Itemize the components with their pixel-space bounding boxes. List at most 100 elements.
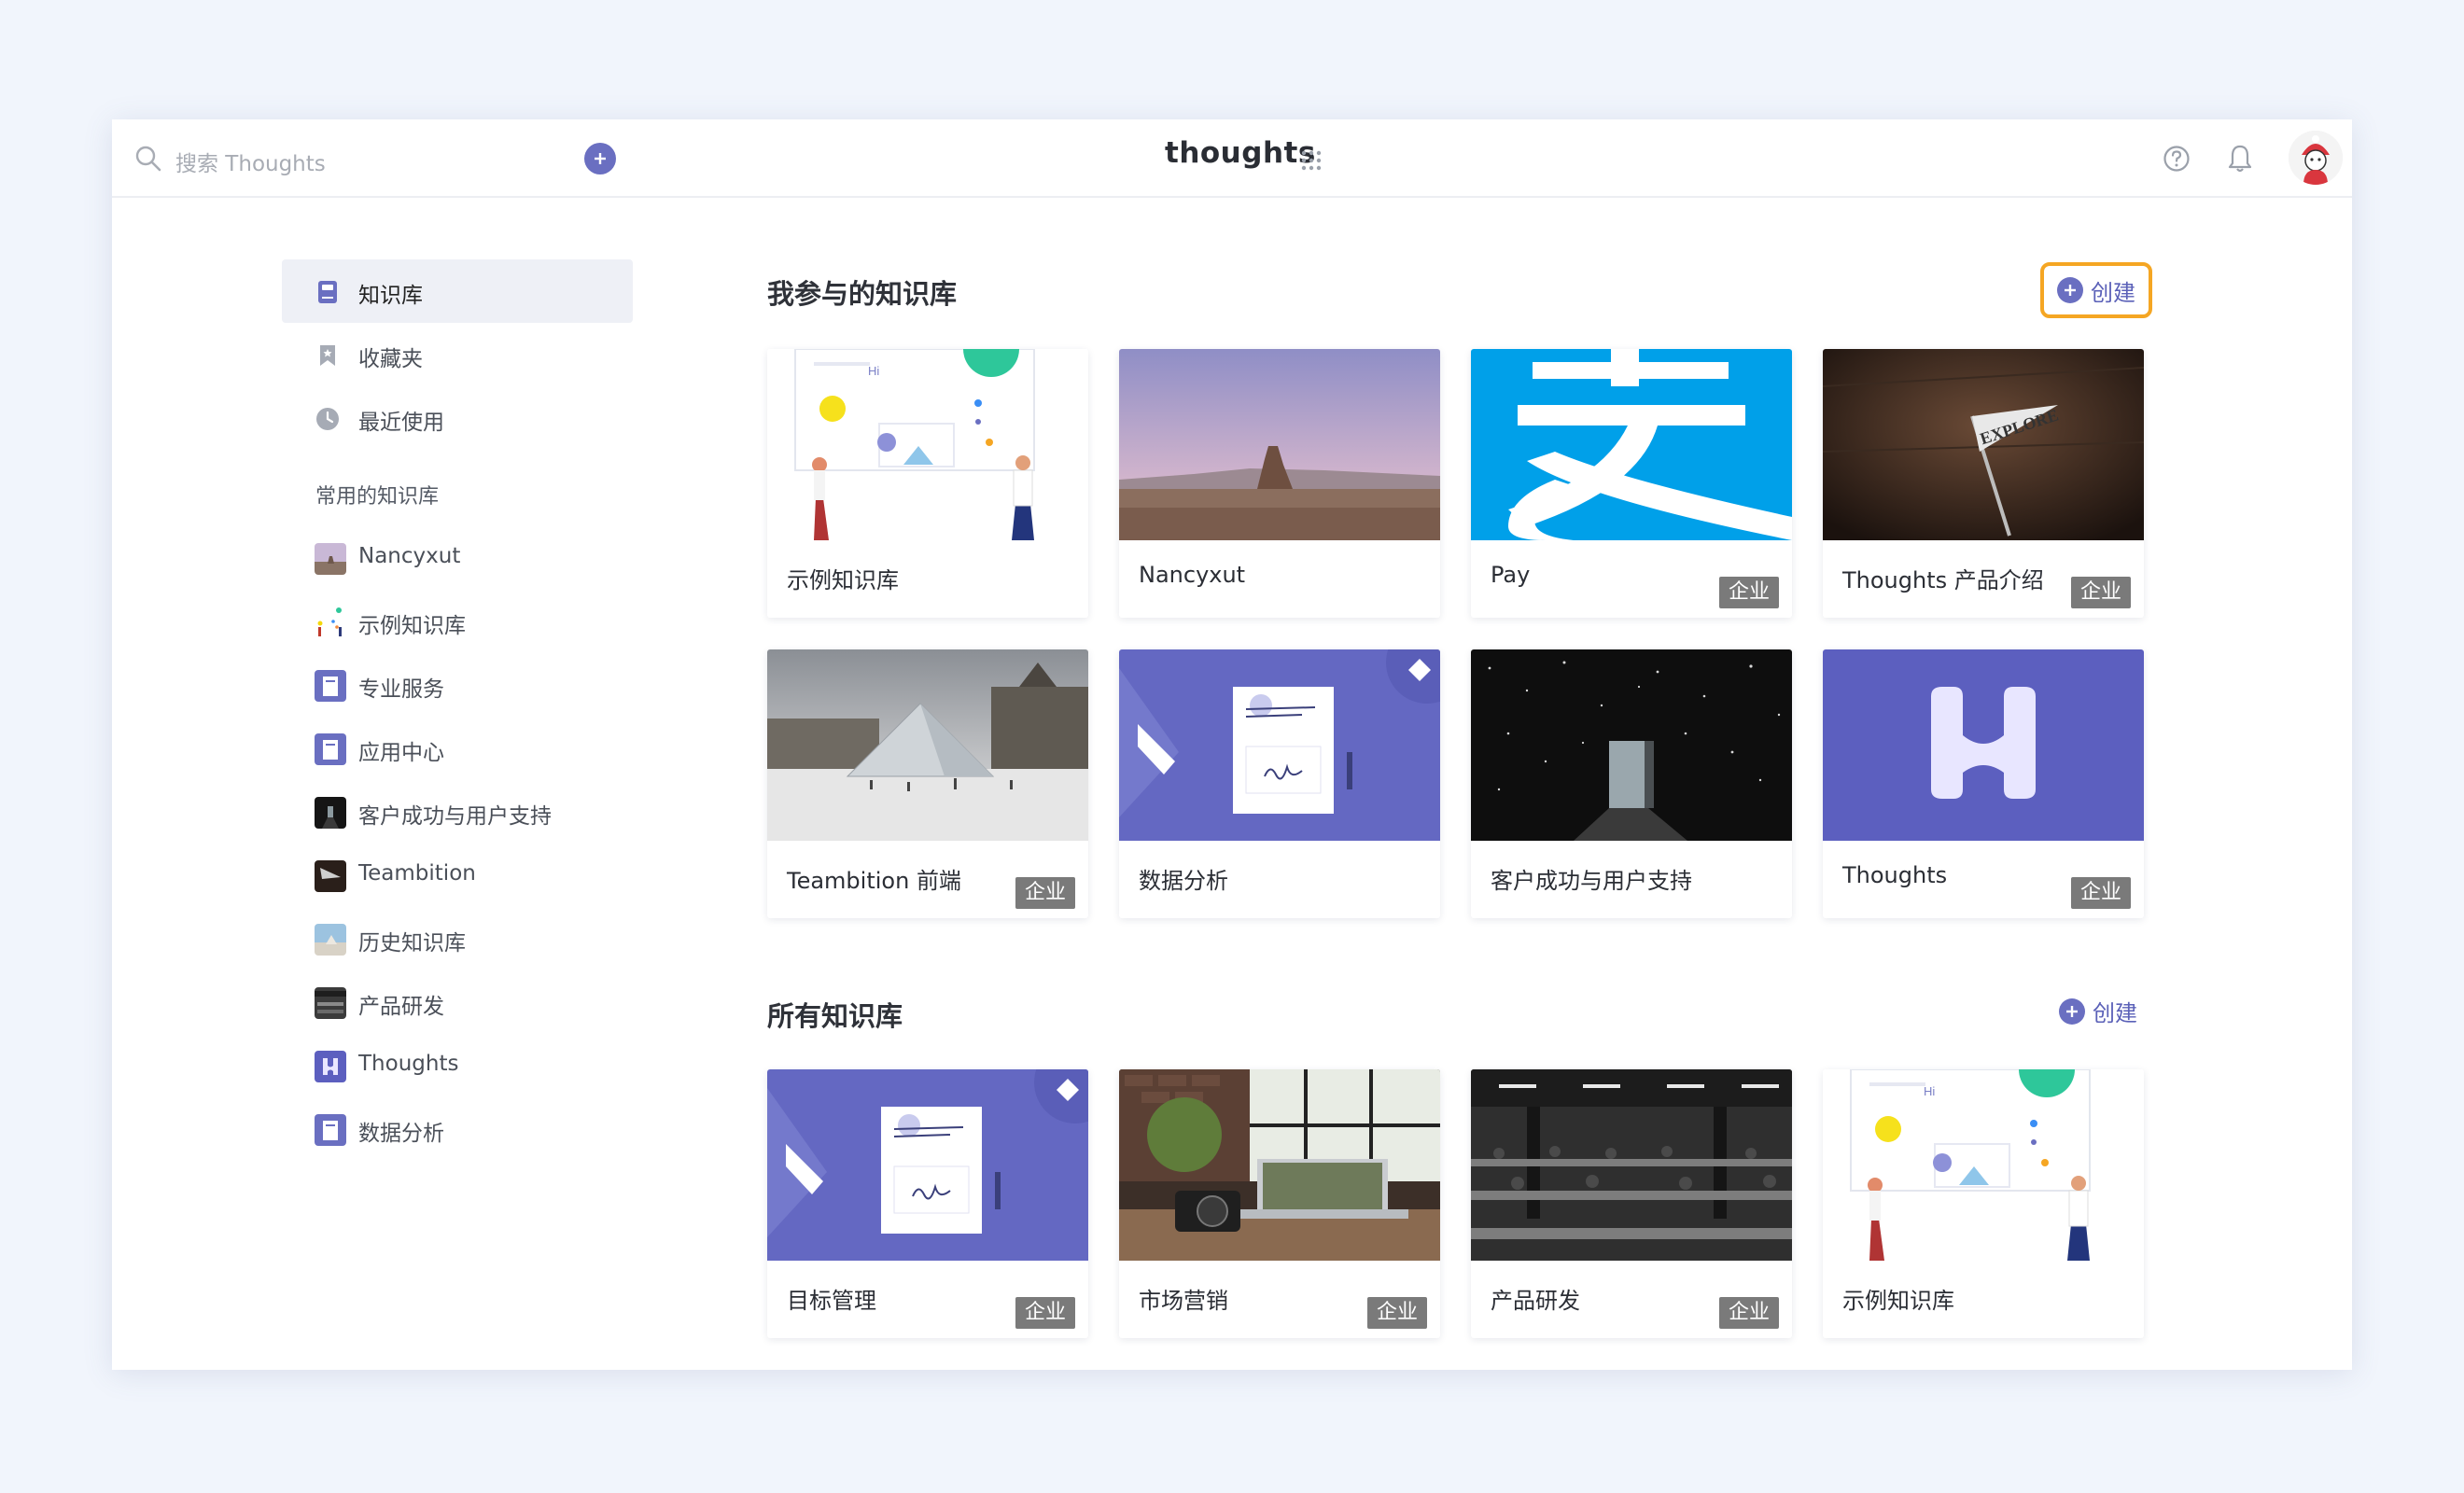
card-cover [1119, 349, 1440, 540]
card-name: 示例知识库 [1842, 1288, 1954, 1314]
card-name: 目标管理 [787, 1288, 876, 1314]
sidebar-item-label: 最近使用 [358, 411, 444, 435]
sidebar-item-label: 产品研发 [358, 995, 444, 1019]
sidebar-item-knowledge-base[interactable]: 知识库 [282, 259, 633, 323]
sidebar-kb-nancyxut[interactable]: Nancyxut [282, 530, 633, 586]
create-label: 创建 [2091, 279, 2135, 306]
enterprise-badge: 企业 [1366, 1297, 1427, 1329]
enterprise-badge: 企业 [2070, 877, 2131, 909]
card-cover [1119, 1069, 1440, 1261]
enterprise-badge: 企业 [2070, 577, 2131, 608]
section-title-participated: 我参与的知识库 [767, 278, 958, 310]
kb-card-nancyxut[interactable]: Nancyxut [1119, 349, 1440, 618]
sidebar-item-label: 应用中心 [358, 741, 444, 765]
card-cover [767, 1069, 1088, 1261]
sidebar-item-label: 专业服务 [358, 677, 444, 702]
sidebar-kb-professional-services[interactable]: 专业服务 [282, 657, 633, 713]
card-name: 示例知识库 [787, 567, 899, 593]
sidebar-kb-example[interactable]: 示例知识库 [282, 593, 633, 649]
enterprise-badge: 企业 [1015, 877, 1075, 909]
kb-thumbnail [315, 543, 346, 575]
enterprise-badge: 企业 [1718, 1297, 1779, 1329]
kb-card-thoughts-intro[interactable]: EXPLORE 企业 Thoughts 产品介绍 [1823, 349, 2144, 618]
help-icon[interactable] [2162, 144, 2191, 174]
bell-icon[interactable] [2225, 143, 2255, 174]
card-name: Pay [1491, 562, 1531, 588]
kb-thumbnail [315, 733, 346, 765]
search-input[interactable]: 搜索 Thoughts [175, 146, 326, 177]
card-name: 客户成功与用户支持 [1491, 868, 1692, 894]
sidebar-item-favorites[interactable]: 收藏夹 [282, 323, 633, 386]
kb-thumbnail [315, 1114, 346, 1146]
sidebar-item-label: 收藏夹 [358, 347, 423, 371]
svg-text:Hi: Hi [868, 364, 879, 378]
sidebar-kb-thoughts[interactable]: Thoughts [282, 1038, 633, 1094]
sidebar-item-label: Thoughts [358, 1052, 459, 1076]
kb-thumbnail [315, 607, 346, 638]
card-cover: Hi [1823, 1069, 2144, 1261]
kb-card-data-analysis[interactable]: 数据分析 [1119, 649, 1440, 918]
card-name: 数据分析 [1139, 868, 1228, 894]
kb-card-example-all[interactable]: Hi 示例知识库 [1823, 1069, 2144, 1338]
card-name: Teambition 前端 [787, 868, 961, 894]
sidebar-item-recent[interactable]: 最近使用 [282, 386, 633, 450]
sidebar-item-label: 知识库 [358, 284, 423, 308]
kb-card-goal-management[interactable]: 企业 目标管理 [767, 1069, 1088, 1338]
sidebar-kb-teambition[interactable]: Teambition [282, 847, 633, 903]
kb-card-example[interactable]: Hi 示例知识库 [767, 349, 1088, 618]
card-cover: EXPLORE [1823, 349, 2144, 540]
create-label: 创建 [2093, 1000, 2137, 1026]
book-icon [318, 281, 337, 303]
create-kb-button-all[interactable]: 创建 [2059, 995, 2137, 1027]
card-name: Nancyxut [1139, 562, 1246, 588]
section-title-all: 所有知识库 [767, 1000, 903, 1032]
plus-icon [595, 153, 606, 164]
sidebar-item-label: 客户成功与用户支持 [358, 804, 552, 829]
sidebar-kb-data-analysis[interactable]: 数据分析 [282, 1101, 633, 1157]
sidebar-kb-customer-success[interactable]: 客户成功与用户支持 [282, 784, 633, 840]
search-icon [135, 146, 161, 172]
brand-logo[interactable]: thoughts [1165, 136, 1316, 170]
card-cover [1823, 649, 2144, 841]
add-button[interactable] [584, 143, 616, 174]
bookmark-icon [320, 345, 335, 366]
kb-card-thoughts[interactable]: 企业 Thoughts [1823, 649, 2144, 918]
card-name: Thoughts 产品介绍 [1842, 567, 2044, 593]
enterprise-badge: 企业 [1015, 1297, 1075, 1329]
card-name: 市场营销 [1139, 1288, 1228, 1314]
create-kb-button[interactable]: 创建 [2040, 262, 2152, 318]
sidebar-item-label: Teambition [358, 861, 476, 886]
frequent-section-title: 常用的知识库 [315, 485, 440, 509]
card-cover [1471, 649, 1792, 841]
plus-circle-icon [2059, 998, 2085, 1025]
sidebar-kb-product-rd[interactable]: 产品研发 [282, 974, 633, 1030]
kb-card-customer-success[interactable]: 客户成功与用户支持 [1471, 649, 1792, 918]
card-cover [767, 649, 1088, 841]
kb-thumbnail [315, 860, 346, 892]
kb-thumbnail [315, 1051, 346, 1082]
kb-card-teambition-frontend[interactable]: 企业 Teambition 前端 [767, 649, 1088, 918]
clock-icon [316, 408, 339, 430]
kb-thumbnail [315, 987, 346, 1019]
top-header: 搜索 Thoughts thoughts [112, 119, 2352, 198]
svg-text:Hi: Hi [1924, 1084, 1935, 1098]
enterprise-badge: 企业 [1718, 577, 1779, 608]
card-cover [1471, 349, 1792, 540]
kb-card-product-rd[interactable]: 企业 产品研发 [1471, 1069, 1792, 1338]
sidebar-item-label: Nancyxut [358, 544, 461, 568]
sidebar-kb-app-center[interactable]: 应用中心 [282, 720, 633, 776]
sidebar-kb-history[interactable]: 历史知识库 [282, 911, 633, 967]
sidebar-item-label: 数据分析 [358, 1122, 444, 1146]
kb-card-marketing[interactable]: 企业 市场营销 [1119, 1069, 1440, 1338]
kb-thumbnail [315, 670, 346, 702]
kb-card-pay[interactable]: 企业 Pay [1471, 349, 1792, 618]
card-cover: Hi [767, 349, 1088, 540]
app-window: 搜索 Thoughts thoughts 知识库 收藏夹 最近使用 常用的知识库… [112, 119, 2352, 1370]
apps-grid-icon[interactable] [1301, 150, 1322, 171]
kb-thumbnail [315, 924, 346, 956]
plus-circle-icon [2057, 277, 2083, 303]
card-cover [1119, 649, 1440, 841]
user-avatar[interactable] [2289, 131, 2343, 185]
kb-thumbnail [315, 797, 346, 829]
card-name: 产品研发 [1491, 1288, 1580, 1314]
